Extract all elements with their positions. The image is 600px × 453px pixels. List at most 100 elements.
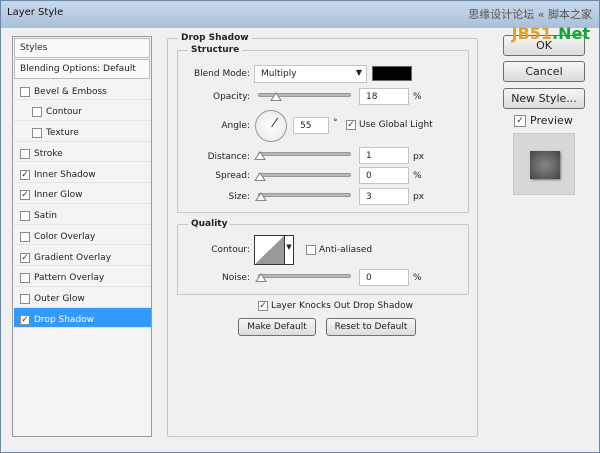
checkmark-icon[interactable]: ✓: [20, 252, 30, 263]
noise-slider[interactable]: [255, 273, 351, 282]
checkbox-box[interactable]: [20, 231, 30, 242]
checkmark-icon: ✓: [346, 120, 356, 130]
quality-group: Quality: [177, 219, 469, 295]
checkbox-box: [306, 245, 316, 255]
style-item-label: Outer Glow: [34, 294, 85, 304]
checkbox-box[interactable]: [20, 86, 30, 97]
anti-aliased-label: Anti-aliased: [319, 245, 373, 255]
checkbox-box[interactable]: [32, 128, 42, 138]
angle-label: Angle:: [221, 121, 250, 131]
preview-checkbox[interactable]: ✓ Preview: [514, 114, 573, 127]
blend-mode-label: Blend Mode:: [193, 69, 250, 79]
shadow-color-swatch[interactable]: [372, 66, 412, 81]
angle-unit: °: [333, 118, 338, 128]
spread-input[interactable]: 0: [359, 167, 409, 184]
knockout-label: Layer Knocks Out Drop Shadow: [271, 301, 413, 311]
blending-options[interactable]: Blending Options: Default: [14, 59, 150, 79]
style-item-texture[interactable]: Texture: [14, 122, 151, 142]
size-label: Size:: [228, 192, 250, 202]
global-light-label: Use Global Light: [359, 120, 433, 130]
size-slider[interactable]: [255, 192, 351, 201]
size-input[interactable]: 3: [359, 188, 409, 205]
style-item-label: Inner Shadow: [34, 169, 96, 180]
preview-label: Preview: [530, 114, 573, 127]
drop-shadow-title: Drop Shadow: [181, 33, 249, 43]
style-item-label: Inner Glow: [34, 190, 83, 201]
distance-input[interactable]: 1: [359, 147, 409, 164]
preview-square: [530, 151, 560, 179]
checkmark-icon[interactable]: ✓: [20, 190, 30, 201]
angle-dial[interactable]: [255, 110, 287, 142]
reset-default-button[interactable]: Reset to Default: [326, 318, 416, 336]
checkbox-box[interactable]: [20, 294, 30, 304]
global-light-checkbox[interactable]: ✓ Use Global Light: [346, 120, 433, 130]
slider-thumb[interactable]: [255, 192, 267, 201]
style-item-contour[interactable]: Contour: [14, 101, 151, 121]
style-item-stroke[interactable]: Stroke: [14, 142, 151, 163]
dropdown-arrow-icon: ▼: [355, 68, 362, 77]
style-item-gradient-overlay[interactable]: ✓ Gradient Overlay: [14, 246, 151, 266]
style-item-bevel-emboss[interactable]: Bevel & Emboss: [14, 80, 151, 100]
opacity-label: Opacity:: [213, 92, 250, 102]
style-item-color-overlay[interactable]: Color Overlay: [14, 225, 151, 246]
opacity-unit: %: [413, 92, 422, 102]
spread-unit: %: [413, 171, 422, 181]
style-item-satin[interactable]: Satin: [14, 205, 151, 225]
checkmark-icon[interactable]: ✓: [20, 314, 30, 325]
quality-title: Quality: [191, 219, 228, 229]
slider-thumb[interactable]: [254, 172, 266, 181]
knockout-checkbox[interactable]: ✓ Layer Knocks Out Drop Shadow: [258, 301, 413, 311]
checkbox-box[interactable]: [32, 107, 42, 118]
checkmark-icon: ✓: [514, 114, 526, 127]
checkmark-icon: ✓: [258, 301, 268, 311]
contour-picker[interactable]: ▼: [254, 235, 294, 265]
checkbox-box[interactable]: [20, 148, 30, 159]
blend-mode-value: Multiply: [261, 69, 297, 79]
opacity-input[interactable]: 18: [359, 88, 409, 105]
slider-thumb[interactable]: [254, 151, 266, 160]
angle-input[interactable]: 55: [293, 117, 329, 134]
noise-unit: %: [413, 273, 422, 283]
style-item-label: Pattern Overlay: [34, 273, 105, 284]
style-item-label: Drop Shadow: [34, 314, 95, 325]
preview-swatch: [513, 133, 575, 195]
structure-title: Structure: [191, 45, 240, 55]
style-item-pattern-overlay[interactable]: Pattern Overlay: [14, 267, 151, 287]
window-title: Layer Style: [7, 7, 64, 18]
distance-label: Distance:: [207, 152, 250, 162]
spread-label: Spread:: [215, 171, 250, 181]
style-item-label: Texture: [46, 128, 79, 138]
styles-list: Styles Blending Options: Default Bevel &…: [12, 36, 152, 437]
watermark-logo: JB51.Net: [511, 24, 590, 43]
distance-slider[interactable]: [254, 151, 351, 160]
dropdown-arrow-icon: ▼: [284, 236, 293, 264]
size-unit: px: [413, 192, 425, 202]
new-style-button[interactable]: New Style...: [503, 88, 585, 109]
style-item-inner-glow[interactable]: ✓ Inner Glow: [14, 184, 151, 204]
checkbox-box[interactable]: [20, 211, 30, 221]
contour-preview: [255, 236, 284, 264]
style-item-outer-glow[interactable]: Outer Glow: [14, 288, 151, 308]
style-item-label: Contour: [46, 107, 82, 118]
slider-thumb[interactable]: [270, 92, 282, 101]
checkbox-box[interactable]: [20, 273, 30, 284]
style-item-inner-shadow[interactable]: ✓ Inner Shadow: [14, 163, 151, 183]
style-item-drop-shadow[interactable]: ✓ Drop Shadow: [14, 308, 151, 329]
contour-label: Contour:: [211, 245, 250, 255]
blend-mode-select[interactable]: Multiply ▼: [254, 65, 367, 83]
noise-input[interactable]: 0: [359, 269, 409, 286]
cancel-button[interactable]: Cancel: [503, 61, 585, 82]
angle-needle: [271, 117, 279, 128]
watermark: 思缘设计论坛 « 脚本之家: [468, 8, 592, 21]
spread-slider[interactable]: [254, 172, 351, 181]
style-item-label: Stroke: [34, 148, 63, 159]
make-default-button[interactable]: Make Default: [238, 318, 316, 336]
styles-header[interactable]: Styles: [14, 38, 150, 58]
opacity-slider[interactable]: [258, 92, 351, 101]
noise-label: Noise:: [222, 273, 250, 283]
style-item-label: Color Overlay: [34, 231, 96, 242]
distance-unit: px: [413, 152, 425, 162]
checkmark-icon[interactable]: ✓: [20, 169, 30, 180]
slider-thumb[interactable]: [255, 273, 267, 282]
anti-aliased-checkbox[interactable]: Anti-aliased: [306, 245, 372, 255]
